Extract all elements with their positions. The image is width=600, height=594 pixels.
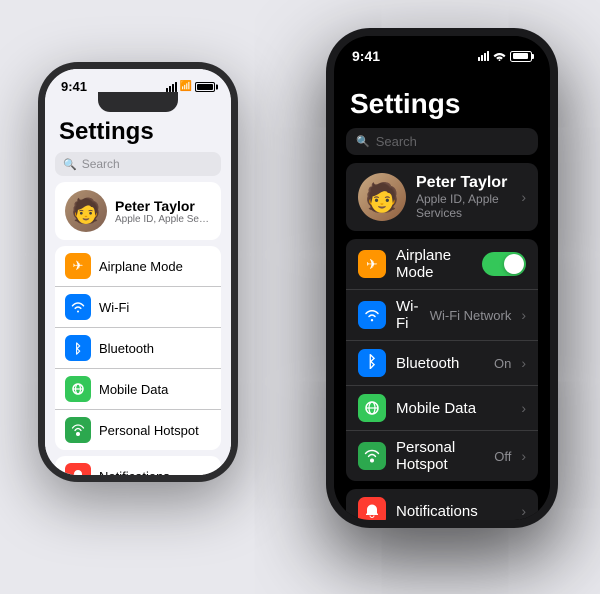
settings-title-dark: Settings bbox=[334, 84, 550, 124]
settings-group2-light: Notifications Control Centre 🌙 Do Not Di… bbox=[55, 456, 221, 475]
profile-name-light: Peter Taylor bbox=[115, 198, 211, 214]
row-mobiledata-light[interactable]: Mobile Data bbox=[55, 369, 221, 410]
row-wifi-dark[interactable]: Wi-Fi Wi-Fi Network › bbox=[346, 290, 538, 341]
wifi-label-light: Wi-Fi bbox=[99, 300, 211, 315]
airplane-label-light: Airplane Mode bbox=[99, 259, 211, 274]
time-dark: 9:41 bbox=[352, 48, 380, 64]
hotspot-label-dark: Personal Hotspot bbox=[396, 439, 484, 473]
bluetooth-value-dark: On bbox=[494, 356, 511, 371]
mobiledata-label-dark: Mobile Data bbox=[396, 400, 511, 417]
mobiledata-icon-light bbox=[65, 376, 91, 402]
bluetooth-icon-light: ᛒ bbox=[65, 335, 91, 361]
phone-dark: 9:41 Settings 🔍 Search bbox=[326, 28, 558, 528]
wifi-value-dark: Wi-Fi Network bbox=[430, 308, 512, 323]
row-hotspot-dark[interactable]: Personal Hotspot Off › bbox=[346, 431, 538, 481]
row-bluetooth-dark[interactable]: ᛒ Bluetooth On › bbox=[346, 341, 538, 386]
profile-sub-light: Apple ID, Apple Serv... bbox=[115, 214, 211, 225]
row-bluetooth-light[interactable]: ᛒ Bluetooth bbox=[55, 328, 221, 369]
wifi-label-dark: Wi-Fi bbox=[396, 298, 420, 332]
profile-chevron-dark: › bbox=[521, 189, 526, 205]
notifications-label-dark: Notifications bbox=[396, 503, 511, 520]
row-hotspot-light[interactable]: Personal Hotspot bbox=[55, 410, 221, 450]
bluetooth-chevron-dark: › bbox=[521, 355, 526, 371]
row-notifications-dark[interactable]: Notifications › bbox=[346, 489, 538, 520]
avatar-dark: 🧑 bbox=[358, 173, 406, 221]
search-icon-light: 🔍 bbox=[63, 158, 77, 171]
airplane-icon-light: ✈ bbox=[65, 253, 91, 279]
scene: 9:41 📶 Settings 🔍 Search 🧑 bbox=[0, 0, 600, 594]
hotspot-icon-dark bbox=[358, 442, 386, 470]
search-placeholder-light: Search bbox=[82, 157, 120, 171]
profile-sub-dark: Apple ID, Apple Services bbox=[416, 192, 511, 220]
search-placeholder-dark: Search bbox=[376, 134, 417, 149]
wifi-icon-light bbox=[65, 294, 91, 320]
notifications-chevron-dark: › bbox=[521, 503, 526, 519]
settings-title-light: Settings bbox=[45, 114, 231, 148]
airplane-toggle[interactable] bbox=[482, 252, 526, 276]
row-airplane-light[interactable]: ✈ Airplane Mode bbox=[55, 246, 221, 287]
settings-group1-light: ✈ Airplane Mode Wi-Fi ᛒ Bluetooth bbox=[55, 246, 221, 450]
phone-dark-screen: 9:41 Settings 🔍 Search bbox=[334, 36, 550, 520]
mobiledata-label-light: Mobile Data bbox=[99, 382, 211, 397]
phone-light-screen: 9:41 📶 Settings 🔍 Search 🧑 bbox=[45, 69, 231, 475]
wifi-chevron-dark: › bbox=[521, 307, 526, 323]
airplane-icon-dark: ✈ bbox=[358, 250, 386, 278]
bluetooth-label-light: Bluetooth bbox=[99, 341, 211, 356]
profile-name-dark: Peter Taylor bbox=[416, 174, 511, 192]
hotspot-chevron-dark: › bbox=[521, 448, 526, 464]
time-light: 9:41 bbox=[61, 79, 87, 94]
hotspot-value-dark: Off bbox=[494, 449, 511, 464]
notifications-label-light: Notifications bbox=[99, 469, 211, 476]
notifications-icon-dark bbox=[358, 497, 386, 520]
hotspot-label-light: Personal Hotspot bbox=[99, 423, 211, 438]
bluetooth-label-dark: Bluetooth bbox=[396, 355, 484, 372]
search-bar-light[interactable]: 🔍 Search bbox=[55, 152, 221, 176]
mobiledata-icon-dark bbox=[358, 394, 386, 422]
row-mobiledata-dark[interactable]: Mobile Data › bbox=[346, 386, 538, 431]
settings-group2-dark: Notifications › Control Centre › 🌙 bbox=[346, 489, 538, 520]
hotspot-icon-light bbox=[65, 417, 91, 443]
avatar-light: 🧑 bbox=[65, 190, 107, 232]
search-icon-dark: 🔍 bbox=[356, 135, 370, 148]
airplane-label-dark: Airplane Mode bbox=[396, 247, 472, 281]
profile-light[interactable]: 🧑 Peter Taylor Apple ID, Apple Serv... bbox=[55, 182, 221, 240]
row-notifications-light[interactable]: Notifications bbox=[55, 456, 221, 475]
row-wifi-light[interactable]: Wi-Fi bbox=[55, 287, 221, 328]
notifications-icon-light bbox=[65, 463, 91, 475]
phone-light: 9:41 📶 Settings 🔍 Search 🧑 bbox=[38, 62, 238, 482]
bluetooth-icon-dark: ᛒ bbox=[358, 349, 386, 377]
settings-group1-dark: ✈ Airplane Mode Wi-Fi Wi-Fi Network › bbox=[346, 239, 538, 481]
search-bar-dark[interactable]: 🔍 Search bbox=[346, 128, 538, 155]
profile-dark[interactable]: 🧑 Peter Taylor Apple ID, Apple Services … bbox=[346, 163, 538, 231]
wifi-icon-dark bbox=[358, 301, 386, 329]
row-airplane-dark[interactable]: ✈ Airplane Mode bbox=[346, 239, 538, 290]
mobiledata-chevron-dark: › bbox=[521, 400, 526, 416]
